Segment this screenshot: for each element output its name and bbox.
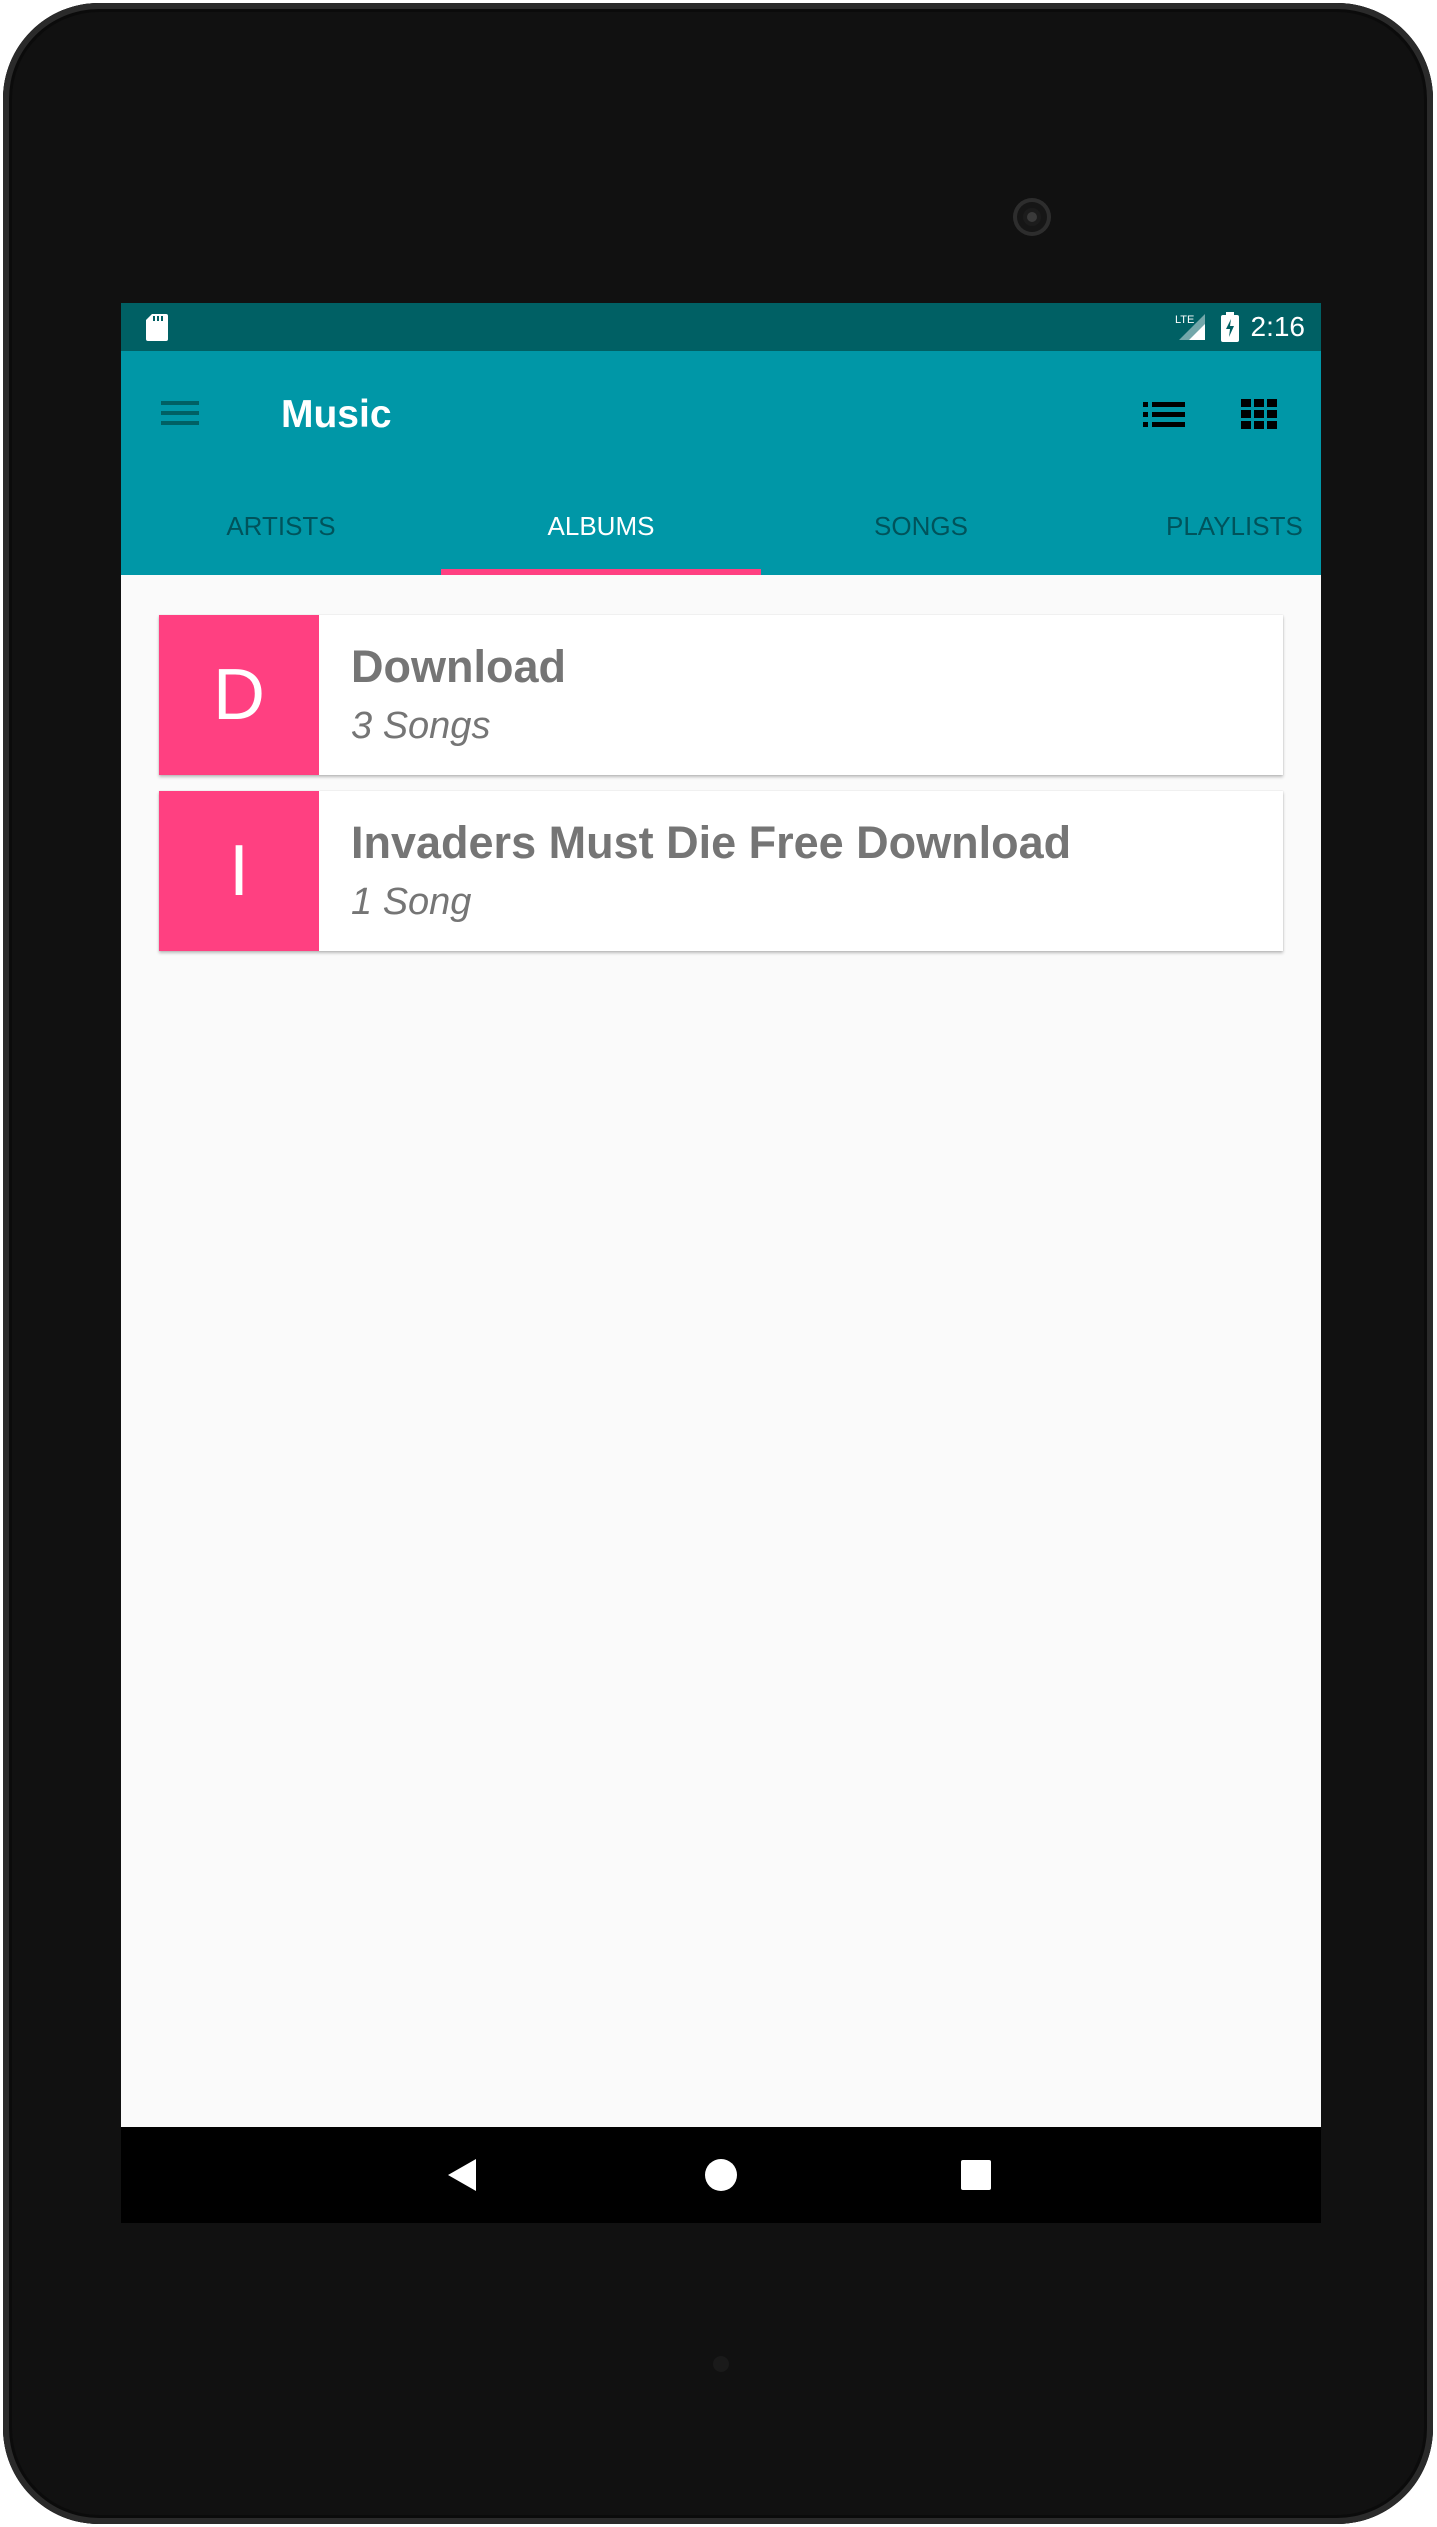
menu-icon[interactable] (159, 393, 203, 433)
status-bar: LTE 2:16 (121, 303, 1321, 351)
album-song-count: 1 Song (351, 881, 472, 923)
album-art-initial: I (159, 791, 319, 951)
recents-icon[interactable] (946, 2145, 1006, 2205)
screen: LTE 2:16 Music ARTISTS ALBUMS SONGS PLAY… (121, 303, 1321, 2223)
tab-indicator (441, 569, 761, 575)
back-icon[interactable] (434, 2145, 494, 2205)
light-sensor (713, 2356, 729, 2372)
album-title: Invaders Must Die Free Download (351, 817, 1072, 868)
app-bar: Music (121, 351, 1321, 477)
home-icon[interactable] (691, 2145, 751, 2205)
network-type-label: LTE (1175, 314, 1194, 326)
tab-songs[interactable]: SONGS (761, 477, 1081, 575)
album-song-count: 3 Songs (351, 705, 491, 747)
album-art-initial: D (159, 615, 319, 775)
tab-artists[interactable]: ARTISTS (121, 477, 441, 575)
battery-charging-icon (1220, 312, 1239, 342)
tab-bar: ARTISTS ALBUMS SONGS PLAYLISTS (121, 477, 1321, 575)
album-title: Download (351, 641, 566, 692)
status-time: 2:16 (1250, 311, 1306, 342)
album-card[interactable]: D Download 3 Songs (159, 615, 1283, 775)
grid-view-icon[interactable] (1237, 393, 1281, 435)
navigation-bar (121, 2127, 1321, 2223)
front-camera (1013, 198, 1051, 236)
sd-card-icon (146, 314, 168, 341)
tab-albums[interactable]: ALBUMS (441, 477, 761, 575)
status-icons: LTE 2:16 (1175, 303, 1306, 351)
list-view-icon[interactable] (1141, 393, 1189, 435)
tablet-frame: LTE 2:16 Music ARTISTS ALBUMS SONGS PLAY… (3, 3, 1433, 2524)
signal-icon: LTE (1175, 314, 1205, 340)
album-card[interactable]: I Invaders Must Die Free Download 1 Song (159, 791, 1283, 951)
app-title: Music (281, 393, 392, 436)
tab-playlists[interactable]: PLAYLISTS (1081, 477, 1321, 575)
